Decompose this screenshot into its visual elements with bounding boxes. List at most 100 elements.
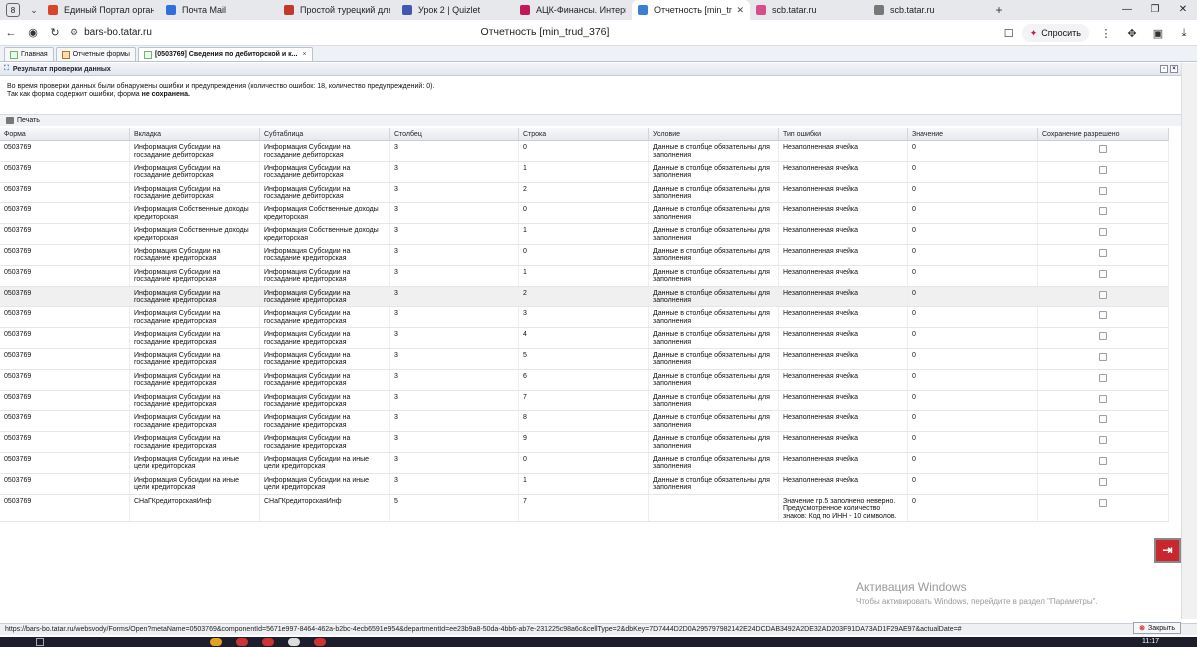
extensions-icon[interactable]: ✥ [1119, 27, 1145, 40]
save-allowed-checkbox[interactable] [1099, 456, 1107, 465]
app-tab[interactable]: [0503769] Сведения по дебиторской и к...… [137, 47, 313, 61]
tab-search-icon[interactable]: ⌄ [26, 5, 42, 16]
save-allowed-checkbox[interactable] [1099, 394, 1107, 403]
app-logo-icon[interactable]: ⇥ [1154, 538, 1181, 563]
restore-icon[interactable]: ❐ [1141, 0, 1169, 20]
column-header[interactable]: Значение [908, 128, 1038, 141]
save-allowed-checkbox[interactable] [1099, 145, 1107, 153]
panel-header: ⛶ Результат проверки данных ▫ × [0, 63, 1181, 76]
ask-label: Спросить [1041, 28, 1081, 38]
cell-error-type: Незаполненная ячейка [779, 390, 908, 411]
browser-tab[interactable]: Единый Портал органов [42, 0, 160, 20]
app-tab[interactable]: Главная [4, 47, 54, 61]
taskbar-app-icon[interactable] [288, 638, 300, 646]
shield-icon[interactable]: ◉ [22, 26, 44, 39]
browser-tab[interactable]: Простой турецкий для [278, 0, 396, 20]
close-button[interactable]: ⊗ Закрыть [1133, 622, 1181, 634]
app-tab-icon [143, 50, 152, 59]
cell-tab: Информация Субсидии на иные цели кредито… [130, 452, 260, 473]
minimize-icon[interactable]: — [1113, 0, 1141, 20]
collections-icon[interactable]: ▣ [1145, 27, 1171, 40]
save-allowed-checkbox[interactable] [1099, 290, 1107, 299]
close-tab-icon[interactable]: ✕ [736, 5, 744, 16]
vertical-scrollbar[interactable] [1181, 63, 1197, 619]
table-row[interactable]: 0503769 Информация Субсидии на госзадание… [0, 161, 1169, 183]
table-row[interactable]: 0503769 СНаГКредиторскаяИнф СНаГКредиторск… [0, 494, 1169, 522]
column-header[interactable]: Вкладка [130, 128, 260, 141]
browser-tab[interactable]: Почта Mail [160, 0, 278, 20]
table-row[interactable]: 0503769 Информация Субсидии на госзадание… [0, 286, 1169, 308]
taskbar-browser-icon[interactable] [236, 638, 248, 646]
save-allowed-checkbox[interactable] [1099, 165, 1107, 174]
column-header[interactable]: Строка [519, 128, 649, 141]
message-line-2: Так как форма содержит ошибки, форма не … [7, 91, 434, 99]
site-settings-icon[interactable]: ⚙ [70, 27, 78, 38]
table-row[interactable]: 0503769 Информация Субсидии на госзадание… [0, 244, 1169, 266]
cell-row: 0 [519, 244, 649, 265]
save-allowed-checkbox[interactable] [1099, 498, 1107, 507]
cell-tab: Информация Субсидии на госзадание кредит… [130, 328, 260, 348]
table-row[interactable]: 0503769 Информация Субсидии на госзадание… [0, 265, 1169, 287]
save-allowed-checkbox[interactable] [1099, 373, 1107, 382]
browser-tab[interactable]: scb.tatar.ru [868, 0, 986, 20]
back-icon[interactable]: ← [0, 27, 22, 39]
taskbar-yandex-icon[interactable] [314, 638, 326, 646]
table-row[interactable]: 0503769 Информация Субсидии на госзадание… [0, 390, 1169, 412]
taskbar-folder-icon[interactable] [210, 638, 222, 646]
table-row[interactable]: 0503769 Информация Субсидии на госзадание… [0, 328, 1169, 349]
ask-button[interactable]: ✦ Спросить [1021, 24, 1089, 42]
bookmark-icon[interactable]: ☐ [996, 27, 1022, 40]
column-header[interactable]: Сохранение разрешено [1038, 128, 1169, 141]
reload-icon[interactable]: ↻ [44, 26, 66, 39]
browser-tab[interactable]: Отчетность [min_trud ✕ [632, 0, 750, 20]
new-tab-button[interactable]: + [990, 3, 1008, 17]
table-row[interactable]: 0503769 Информация Субсидии на иные цели … [0, 452, 1169, 474]
save-allowed-checkbox[interactable] [1099, 311, 1107, 320]
cell-subtable: Информация Субсидии на госзадание кредит… [260, 328, 390, 348]
table-row[interactable]: 0503769 Информация Субсидии на госзадание… [0, 307, 1169, 329]
app-tab-close-icon[interactable]: × [303, 51, 307, 58]
save-allowed-checkbox[interactable] [1099, 207, 1107, 216]
table-row[interactable]: 0503769 Информация Субсидии на госзадание… [0, 141, 1169, 162]
save-allowed-checkbox[interactable] [1099, 415, 1107, 424]
print-button[interactable]: Печать [6, 117, 40, 124]
save-allowed-checkbox[interactable] [1099, 228, 1107, 237]
browser-tab[interactable]: Урок 2 | Quizlet [396, 0, 514, 20]
table-row[interactable]: 0503769 Информация Субсидии на иные цели … [0, 473, 1169, 495]
save-allowed-checkbox[interactable] [1099, 352, 1107, 361]
menu-dots-icon[interactable]: ⋮ [1093, 27, 1119, 40]
download-icon[interactable]: ⤓ [1171, 27, 1197, 40]
save-allowed-checkbox[interactable] [1099, 436, 1107, 445]
table-row[interactable]: 0503769 Информация Субсидии на госзадание… [0, 348, 1169, 370]
cell-subtable: Информация Субсидии на госзадание кредит… [260, 348, 390, 369]
app-tab-icon [61, 50, 70, 59]
browser-tab-label: Отчетность [min_trud [654, 5, 732, 15]
panel-close-icon[interactable]: × [1170, 65, 1178, 73]
save-allowed-checkbox[interactable] [1099, 186, 1107, 195]
table-row[interactable]: 0503769 Информация Субсидии на госзадание… [0, 369, 1169, 391]
browser-tab[interactable]: scb.tatar.ru [750, 0, 868, 20]
save-allowed-checkbox[interactable] [1099, 269, 1107, 278]
column-header[interactable]: Условие [649, 128, 779, 141]
table-row[interactable]: 0503769 Информация Субсидии на госзадание… [0, 411, 1169, 433]
save-allowed-checkbox[interactable] [1099, 248, 1107, 257]
save-allowed-checkbox[interactable] [1099, 332, 1107, 341]
app-tab[interactable]: Отчетные формы [55, 47, 136, 61]
column-header[interactable]: Субтаблица [260, 128, 390, 141]
table-row[interactable]: 0503769 Информация Собственные доходы кре… [0, 224, 1169, 245]
column-header[interactable]: Тип ошибки [779, 128, 908, 141]
column-header[interactable]: Столбец [390, 128, 519, 141]
close-window-icon[interactable]: ✕ [1169, 0, 1197, 20]
browser-tab[interactable]: АЦК-Финансы. Интерн [514, 0, 632, 20]
tab-count-badge[interactable]: 8 [6, 3, 20, 17]
table-row[interactable]: 0503769 Информация Собственные доходы кре… [0, 203, 1169, 225]
taskbar-opera-icon[interactable] [262, 638, 274, 646]
save-allowed-checkbox[interactable] [1099, 477, 1107, 486]
cell-save-allowed [1038, 494, 1169, 521]
column-header[interactable]: Форма [0, 128, 130, 141]
table-row[interactable]: 0503769 Информация Субсидии на госзадание… [0, 432, 1169, 453]
panel-restore-icon[interactable]: ▫ [1160, 65, 1168, 73]
url-field[interactable]: bars-bo.tatar.ru [84, 27, 152, 38]
windows-start-icon[interactable] [36, 638, 44, 646]
table-row[interactable]: 0503769 Информация Субсидии на госзадание… [0, 182, 1169, 204]
